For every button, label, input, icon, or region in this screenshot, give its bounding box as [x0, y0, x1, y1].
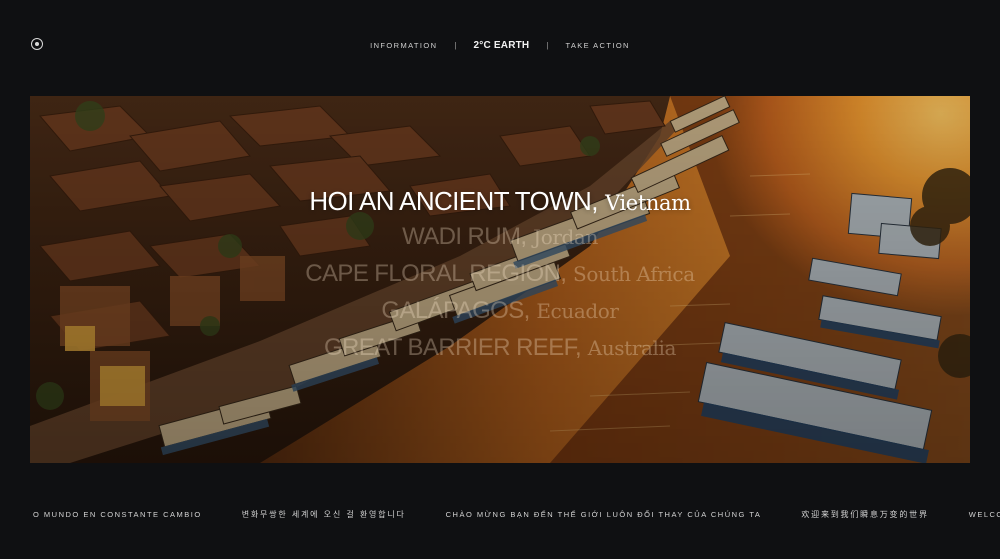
top-nav: INFORMATION | 2°C EARTH | TAKE ACTION	[0, 37, 1000, 53]
destination-list: HOI AN ANCIENT TOWN, Vietnam WADI RUM, J…	[30, 184, 970, 366]
destination-item[interactable]: GALÁPAGOS, Ecuador	[30, 292, 970, 329]
destination-country: Vietnam	[605, 191, 691, 215]
destination-item[interactable]: GREAT BARRIER REEF, Australia	[30, 329, 970, 366]
nav-separator: |	[454, 40, 457, 50]
destination-place: CAPE FLORAL REGION,	[305, 260, 567, 287]
destination-country: South Africa	[573, 262, 695, 286]
nav-information-link[interactable]: INFORMATION	[370, 41, 437, 50]
destination-place: GREAT BARRIER REEF,	[323, 334, 582, 361]
ticker-track: O MUNDO EN CONSTANTE CAMBIO 변화무쌍한 세계에 오신…	[33, 506, 1000, 522]
welcome-ticker: O MUNDO EN CONSTANTE CAMBIO 변화무쌍한 세계에 오신…	[0, 506, 1000, 522]
destination-active[interactable]: HOI AN ANCIENT TOWN, Vietnam	[30, 184, 970, 218]
ticker-message: CHÀO MỪNG BẠN ĐẾN THẾ GIỚI LUÔN ĐỔI THAY…	[445, 509, 762, 519]
nav-separator: |	[546, 40, 549, 50]
destination-country: Australia	[587, 336, 677, 360]
nav-take-action-link[interactable]: TAKE ACTION	[565, 41, 629, 50]
destination-item[interactable]: CAPE FLORAL REGION, South Africa	[30, 255, 970, 292]
brand-logo-degree: 2°C	[473, 39, 491, 51]
destination-item[interactable]: WADI RUM, Jordan	[30, 218, 970, 255]
destination-place: WADI RUM,	[402, 223, 527, 250]
ticker-message: WELCOME TO OUR EVER-	[968, 509, 1000, 519]
destination-place: HOI AN ANCIENT TOWN,	[309, 186, 598, 216]
ticker-message: O MUNDO EN CONSTANTE CAMBIO	[33, 509, 202, 519]
ticker-message: 변화무쌍한 세계에 오신 걸 환영합니다	[241, 509, 406, 519]
brand-logo[interactable]: 2°C EARTH	[474, 40, 530, 51]
destination-country: Ecuador	[536, 299, 619, 323]
destination-country: Jordan	[533, 225, 598, 249]
hero-banner: HOI AN ANCIENT TOWN, Vietnam WADI RUM, J…	[30, 96, 970, 463]
brand-logo-word: EARTH	[493, 39, 530, 51]
ticker-message: 欢迎来到我们瞬息万变的世界	[801, 509, 929, 519]
destination-place: GALÁPAGOS,	[381, 297, 530, 324]
page: INFORMATION | 2°C EARTH | TAKE ACTION HO…	[0, 0, 1000, 559]
